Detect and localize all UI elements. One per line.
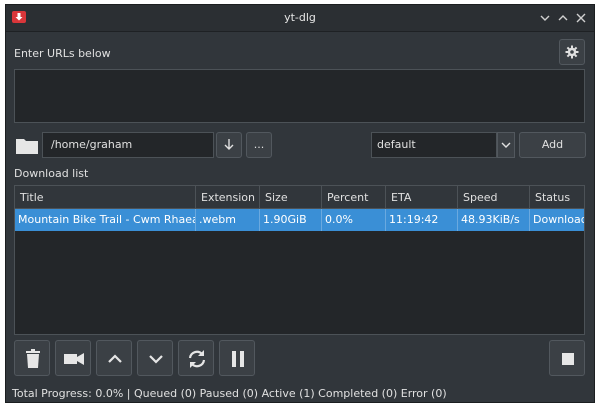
close-icon[interactable] <box>574 11 588 25</box>
minimize-chevron-down-icon[interactable] <box>538 11 552 25</box>
format-dropdown-button[interactable] <box>497 132 515 158</box>
arrow-down-icon <box>224 139 234 154</box>
urls-label: Enter URLs below <box>14 47 111 60</box>
row-size: 1.90GiB <box>260 209 322 231</box>
column-header-status[interactable]: Status <box>530 186 584 209</box>
pause-button[interactable] <box>219 340 255 376</box>
row-status: Downloading <box>533 213 584 226</box>
play-video-button[interactable] <box>55 340 91 376</box>
column-header-eta[interactable]: ETA <box>386 186 458 209</box>
column-header-extension[interactable]: Extension <box>196 186 260 209</box>
status-bar: Total Progress: 0.0% | Queued (0) Paused… <box>12 387 447 400</box>
move-up-button[interactable] <box>96 340 132 376</box>
open-path-button[interactable] <box>216 132 242 158</box>
row-speed: 48.93KiB/s <box>458 209 530 231</box>
stop-button[interactable] <box>549 340 585 376</box>
row-eta: 11:19:42 <box>386 209 458 231</box>
download-list-label: Download list <box>14 167 89 180</box>
download-list[interactable]: Title Extension Size Percent ETA Speed S… <box>14 185 585 335</box>
column-header-size[interactable]: Size <box>260 186 322 209</box>
column-header-percent[interactable]: Percent <box>322 186 386 209</box>
maximize-chevron-up-icon[interactable] <box>556 11 570 25</box>
app-window: yt-dlg Enter URLs below /home/graham ...… <box>5 4 595 403</box>
column-header-speed[interactable]: Speed <box>458 186 530 209</box>
title-bar: yt-dlg <box>6 5 594 32</box>
add-button[interactable]: Add <box>519 132 586 158</box>
format-select[interactable]: default <box>371 132 497 158</box>
browse-path-button[interactable]: ... <box>246 132 272 158</box>
row-percent: 0.0% <box>322 209 386 231</box>
delete-button[interactable] <box>14 340 50 376</box>
move-down-button[interactable] <box>137 340 173 376</box>
download-path-field[interactable]: /home/graham <box>42 132 214 158</box>
row-title: Mountain Bike Trail - Cwm Rhaeadr... <box>15 209 196 231</box>
row-extension: .webm <box>196 209 260 231</box>
column-header-title[interactable]: Title <box>15 186 196 209</box>
folder-icon[interactable] <box>16 137 38 157</box>
settings-button[interactable] <box>559 39 585 65</box>
window-title: yt-dlg <box>284 11 316 24</box>
table-row[interactable]: Mountain Bike Trail - Cwm Rhaeadr... .we… <box>15 209 584 231</box>
list-header: Title Extension Size Percent ETA Speed S… <box>15 186 584 209</box>
reload-button[interactable] <box>178 340 214 376</box>
url-input-area[interactable] <box>14 69 585 123</box>
